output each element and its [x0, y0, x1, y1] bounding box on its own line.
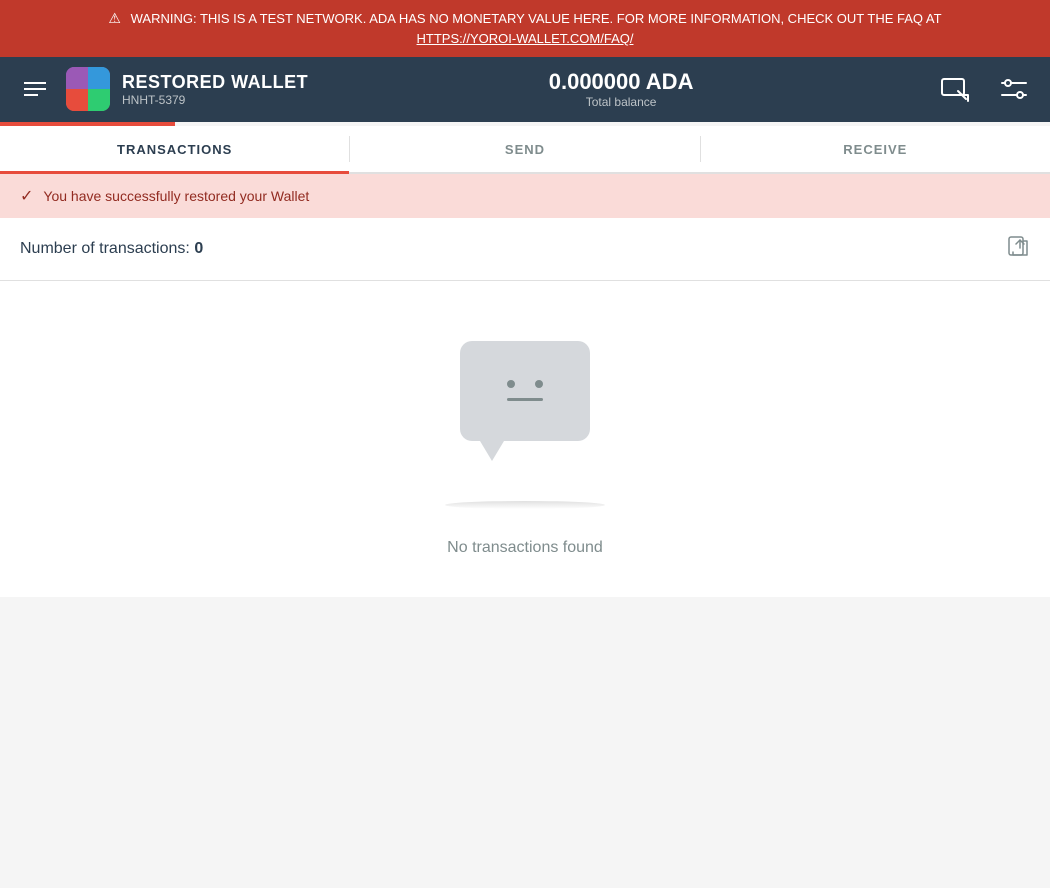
illustration-shadow [445, 501, 605, 509]
header-center: 0.000000 ADA Total balance [308, 69, 934, 109]
header-right [934, 67, 1034, 111]
sad-face [507, 380, 543, 401]
face-left-eye [507, 380, 515, 388]
balance-amount: 0.000000 ADA [308, 69, 934, 95]
checkmark-icon: ✓ [20, 186, 33, 206]
face-mouth [507, 398, 543, 401]
tab-receive[interactable]: RECEIVE [701, 128, 1050, 174]
wallet-avatar [66, 67, 110, 111]
face-eyes [507, 380, 543, 388]
speech-bubble [460, 341, 590, 441]
tab-send[interactable]: SEND [350, 128, 699, 174]
warning-banner: ⚠ WARNING: THIS IS A TEST NETWORK. ADA H… [0, 0, 1050, 57]
tab-transactions[interactable]: TRANSACTIONS [0, 128, 349, 174]
settings-icon [998, 73, 1030, 105]
warning-link[interactable]: HTTPS://YOROI-WALLET.COM/FAQ/ [417, 31, 634, 46]
export-button[interactable] [1006, 234, 1030, 264]
wallet-id: HNHT-5379 [122, 93, 308, 107]
settings-button[interactable] [994, 69, 1034, 109]
export-icon [1006, 234, 1030, 258]
wallet-info: RESTORED WALLET HNHT-5379 [122, 72, 308, 107]
empty-state: No transactions found [0, 281, 1050, 597]
wallet-name: RESTORED WALLET [122, 72, 308, 93]
tabs: TRANSACTIONS SEND RECEIVE [0, 126, 1050, 174]
empty-message: No transactions found [447, 539, 603, 557]
success-message: You have successfully restored your Wall… [43, 188, 309, 204]
header: RESTORED WALLET HNHT-5379 0.000000 ADA T… [0, 57, 1050, 122]
send-receive-button[interactable] [934, 67, 978, 111]
layers-icon [20, 78, 50, 100]
warning-icon: ⚠ [108, 8, 121, 29]
send-receive-icon [938, 71, 974, 107]
empty-illustration [460, 341, 590, 441]
warning-text: WARNING: THIS IS A TEST NETWORK. ADA HAS… [131, 11, 942, 26]
header-left: RESTORED WALLET HNHT-5379 [16, 67, 308, 111]
balance-label: Total balance [308, 95, 934, 109]
face-right-eye [535, 380, 543, 388]
transaction-count: Number of transactions: 0 [20, 240, 203, 258]
success-banner: ✓ You have successfully restored your Wa… [0, 174, 1050, 218]
menu-button[interactable] [16, 74, 54, 104]
transactions-header: Number of transactions: 0 [0, 218, 1050, 281]
